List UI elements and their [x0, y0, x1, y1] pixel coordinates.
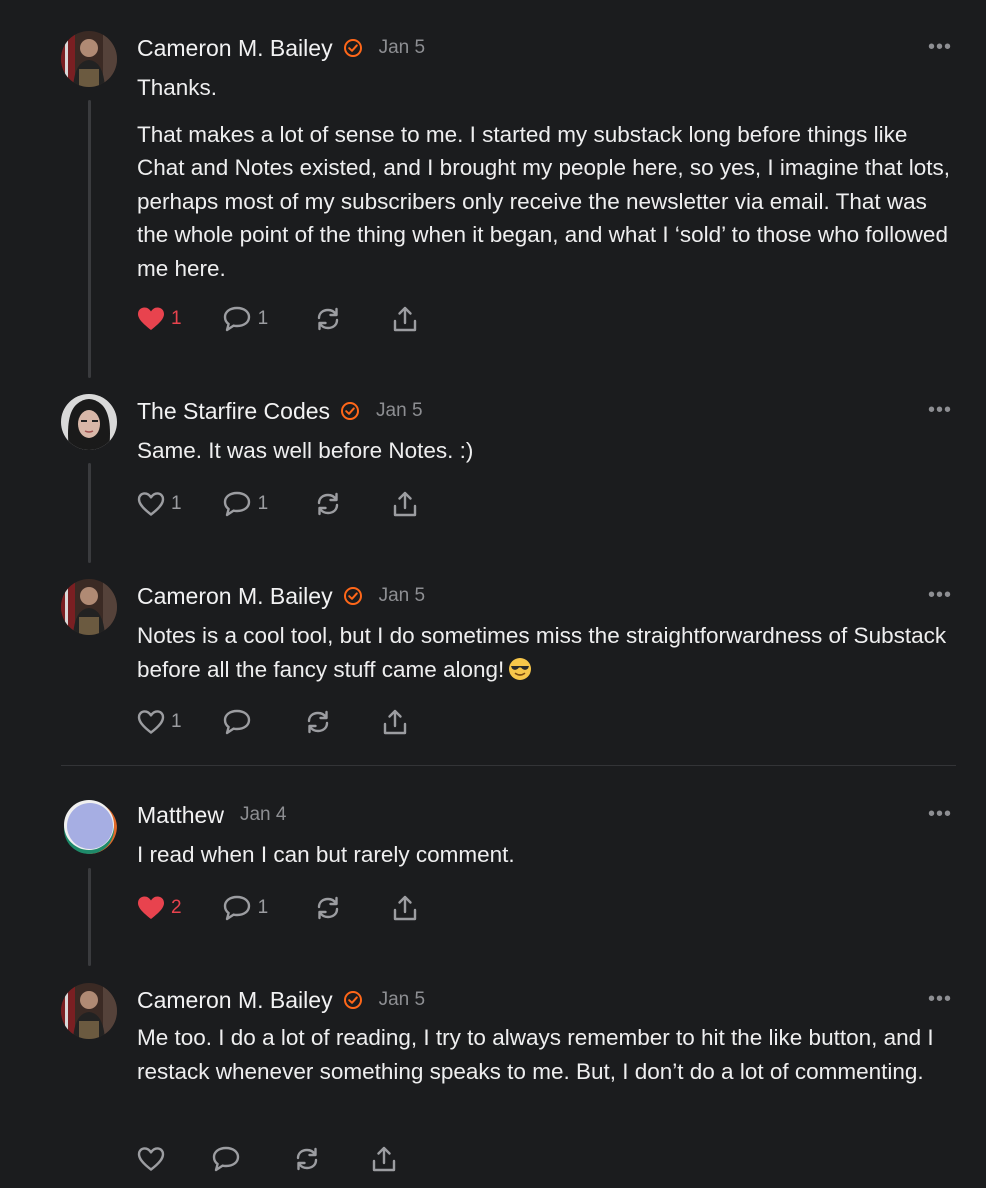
- share-icon: [393, 491, 417, 517]
- thread-line: [88, 100, 91, 378]
- comment-date[interactable]: Jan 5: [379, 989, 425, 1011]
- heart-icon: [137, 1147, 165, 1171]
- like-button[interactable]: 1: [137, 491, 182, 517]
- comment-date[interactable]: Jan 5: [379, 37, 425, 59]
- comment-body: Same. It was well before Notes. :): [137, 434, 950, 481]
- comment-text: Thanks.: [137, 75, 218, 100]
- restack-icon: [317, 307, 339, 331]
- restack-button[interactable]: [314, 305, 342, 333]
- comment-icon: [223, 709, 250, 735]
- share-icon: [393, 306, 417, 332]
- verified-check-icon: [343, 586, 363, 606]
- heart-icon: [137, 710, 165, 734]
- more-icon[interactable]: •••: [928, 804, 952, 824]
- like-button[interactable]: 1: [137, 709, 182, 735]
- author-name[interactable]: Cameron M. Bailey: [137, 583, 333, 610]
- like-button[interactable]: 2: [137, 895, 182, 921]
- avatar[interactable]: [61, 983, 117, 1039]
- comment-date[interactable]: Jan 4: [240, 804, 286, 826]
- comment-icon: [212, 1146, 240, 1172]
- author-name[interactable]: Cameron M. Bailey: [137, 987, 333, 1014]
- restack-button[interactable]: [314, 894, 342, 922]
- comment-text: Notes is a cool tool, but I do sometimes…: [137, 623, 947, 682]
- comment-text: Same. It was well before Notes. :): [137, 438, 474, 463]
- verified-check-icon: [343, 990, 363, 1010]
- author-name[interactable]: Cameron M. Bailey: [137, 35, 333, 62]
- reply-button[interactable]: 1: [222, 305, 269, 333]
- verified-check-icon: [340, 401, 360, 421]
- comment-body: I read when I can but rarely comment.: [137, 838, 950, 885]
- comment-actions: 2 1: [137, 893, 419, 923]
- divider: [61, 765, 956, 766]
- avatar[interactable]: [61, 579, 117, 635]
- avatar[interactable]: [61, 394, 117, 450]
- sunglasses-emoji-icon: [508, 657, 532, 681]
- reply-button[interactable]: [222, 708, 258, 736]
- restack-button[interactable]: [293, 1145, 321, 1173]
- share-button[interactable]: [381, 708, 409, 736]
- like-count: 1: [171, 711, 182, 732]
- restack-icon: [307, 710, 328, 734]
- share-icon: [393, 895, 417, 921]
- like-button[interactable]: [137, 1146, 171, 1172]
- like-count: 1: [171, 493, 182, 514]
- more-icon[interactable]: •••: [928, 989, 952, 1009]
- avatar[interactable]: [61, 798, 117, 854]
- reply-count: 1: [257, 493, 269, 514]
- reply-button[interactable]: [211, 1145, 247, 1173]
- comment-body: Notes is a cool tool, but I do sometimes…: [137, 619, 950, 699]
- comment-icon: [223, 895, 250, 921]
- comment-text-paragraph: Notes is a cool tool, but I do sometimes…: [137, 619, 950, 686]
- share-button[interactable]: [391, 490, 419, 518]
- like-count: 1: [171, 308, 182, 329]
- comment-actions: 1: [137, 707, 409, 737]
- more-icon[interactable]: •••: [928, 585, 952, 605]
- like-button[interactable]: 1: [137, 306, 182, 332]
- comment-body: Thanks. That makes a lot of sense to me.…: [137, 71, 950, 298]
- reply-button[interactable]: 1: [222, 490, 269, 518]
- heart-icon: [138, 307, 164, 330]
- restack-button[interactable]: [304, 708, 332, 736]
- reply-count: 1: [257, 897, 269, 918]
- more-icon[interactable]: •••: [928, 400, 952, 420]
- comment-text: Me too. I do a lot of reading, I try to …: [137, 1025, 934, 1084]
- thread-line: [88, 868, 91, 966]
- comment-text: That makes a lot of sense to me. I start…: [137, 121, 950, 281]
- comment-date[interactable]: Jan 5: [379, 585, 425, 607]
- comment-date[interactable]: Jan 5: [376, 400, 422, 422]
- share-icon: [383, 709, 406, 735]
- heart-icon: [137, 492, 165, 516]
- author-name[interactable]: Matthew: [137, 802, 224, 829]
- verified-check-icon: [343, 38, 363, 58]
- heart-icon: [138, 896, 164, 919]
- comment-actions: 1 1: [137, 489, 419, 519]
- share-icon: [372, 1146, 396, 1172]
- share-button[interactable]: [391, 305, 419, 333]
- comment-icon: [223, 306, 250, 332]
- restack-icon: [317, 896, 339, 920]
- thread-line: [88, 463, 91, 563]
- restack-button[interactable]: [314, 490, 342, 518]
- share-button[interactable]: [391, 894, 419, 922]
- comment-text: I read when I can but rarely comment.: [137, 842, 515, 867]
- restack-icon: [296, 1147, 318, 1171]
- more-icon[interactable]: •••: [928, 37, 952, 57]
- author-name[interactable]: The Starfire Codes: [137, 398, 330, 425]
- restack-icon: [317, 492, 339, 516]
- reply-button[interactable]: 1: [222, 894, 269, 922]
- comment-icon: [223, 491, 250, 517]
- comment-body: Me too. I do a lot of reading, I try to …: [137, 1021, 950, 1101]
- reply-count: 1: [257, 308, 269, 329]
- comment-actions: 1 1: [137, 304, 419, 334]
- avatar[interactable]: [61, 31, 117, 87]
- comment-actions: [137, 1144, 398, 1174]
- share-button[interactable]: [370, 1145, 398, 1173]
- like-count: 2: [171, 897, 182, 918]
